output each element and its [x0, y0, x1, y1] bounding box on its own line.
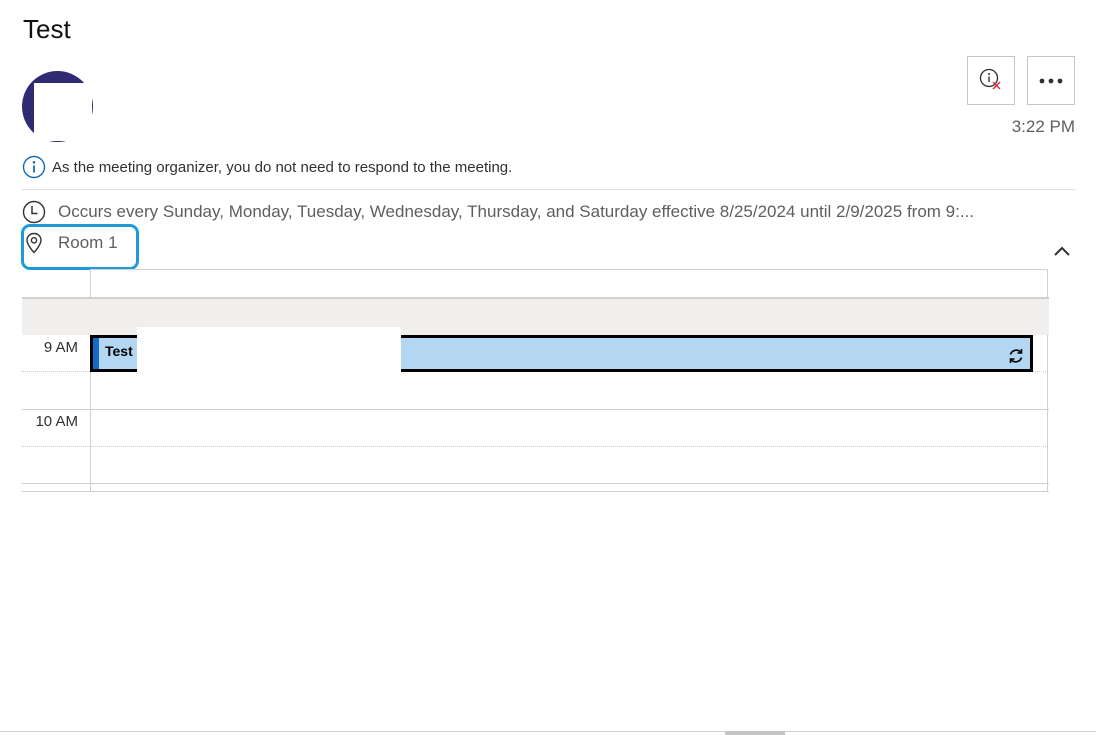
bottom-border	[0, 731, 1096, 732]
half-hour-line	[22, 446, 90, 447]
calendar-preview: 9 AM 10 AM	[22, 269, 1049, 492]
half-hour-line	[22, 371, 90, 372]
info-with-x-icon	[979, 68, 1001, 90]
hour-line	[22, 409, 1049, 410]
message-title: Test	[23, 14, 71, 44]
event-title: Test	[105, 343, 133, 359]
info-icon	[22, 155, 46, 179]
recurrence-row: Occurs every Sunday, Monday, Tuesday, We…	[22, 200, 974, 224]
event-redaction	[137, 327, 401, 372]
notice-text: As the meeting organizer, you do not nee…	[52, 158, 513, 176]
scrollbar-thumb[interactable]	[725, 731, 785, 735]
organizer-notice: As the meeting organizer, you do not nee…	[22, 155, 512, 179]
received-time: 3:22 PM	[1011, 117, 1075, 136]
avatar-redaction	[34, 83, 92, 141]
collapse-button[interactable]	[1051, 240, 1073, 262]
all-day-row	[90, 269, 1048, 297]
location-pin-icon	[26, 232, 42, 254]
ellipsis-icon	[1039, 78, 1063, 83]
recurrence-text: Occurs every Sunday, Monday, Tuesday, We…	[58, 202, 975, 221]
sender-redaction	[96, 78, 406, 142]
recurring-icon	[1009, 349, 1023, 363]
location-row: Room 1	[22, 231, 118, 255]
tracking-info-button[interactable]	[967, 56, 1015, 105]
location-text: Room 1	[58, 233, 118, 252]
divider	[22, 189, 1075, 190]
half-hour-line	[90, 446, 1048, 447]
more-actions-button[interactable]	[1027, 56, 1075, 105]
chevron-up-icon	[1054, 246, 1070, 256]
hour-label-9am: 9 AM	[43, 339, 78, 356]
calendar-bottom-border	[22, 491, 1049, 492]
event-color-bar	[93, 338, 99, 369]
hour-label-10am: 10 AM	[35, 413, 78, 430]
hour-line	[22, 483, 1049, 484]
clock-icon	[22, 200, 46, 224]
